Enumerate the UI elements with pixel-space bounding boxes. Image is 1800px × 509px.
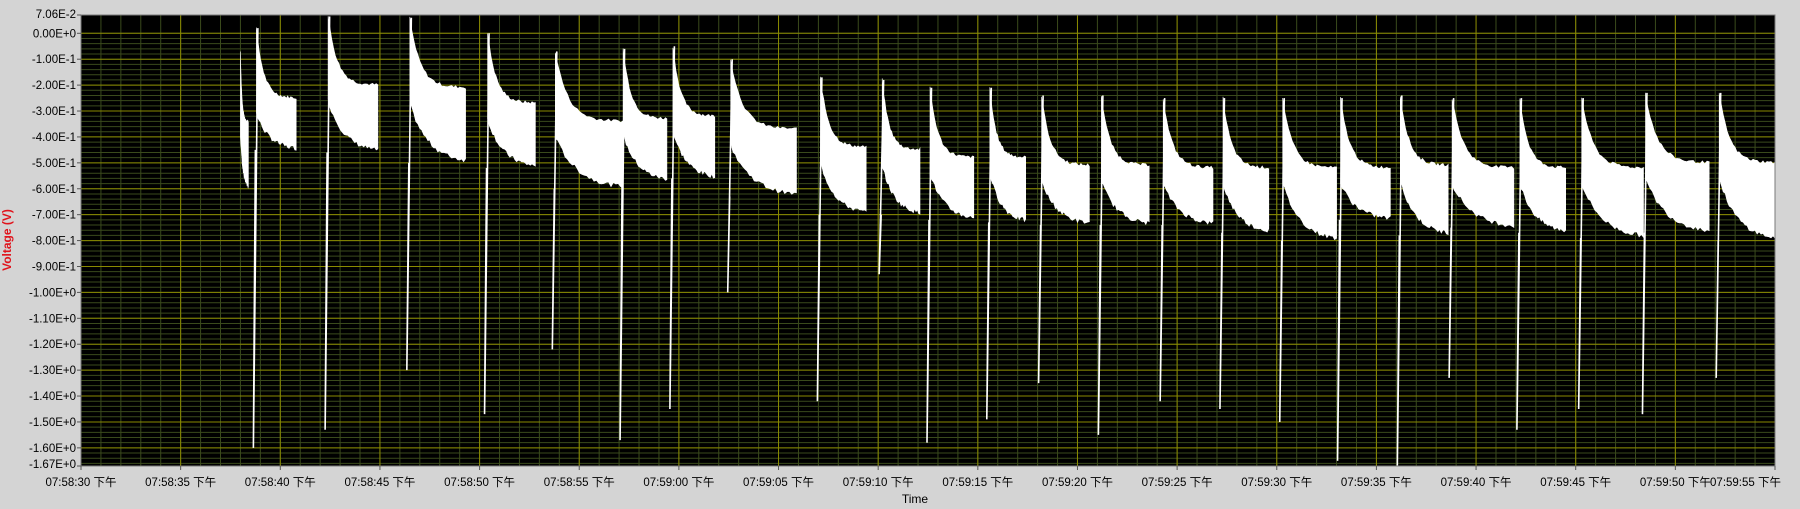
x-tick-label: 07:58:50 下午: [444, 476, 515, 489]
x-tick-label: 07:59:10 下午: [843, 476, 914, 489]
x-tick-label: 07:59:40 下午: [1441, 476, 1512, 489]
y-tick-label: -1.67E+0: [29, 459, 76, 471]
y-tick-label: -1.20E+0: [29, 339, 76, 351]
x-tick-label: 07:59:20 下午: [1042, 476, 1113, 489]
x-tick-label: 07:59:50 下午: [1640, 476, 1711, 489]
y-axis-label: Voltage (V): [0, 209, 14, 271]
x-tick-label: 07:59:45 下午: [1540, 476, 1611, 489]
x-tick-label: 07:59:30 下午: [1241, 476, 1312, 489]
x-tick-label: 07:59:25 下午: [1142, 476, 1213, 489]
y-tick-label: -1.30E+0: [29, 365, 76, 377]
y-tick-label: -8.00E-1: [32, 236, 76, 248]
chart-frame: 7.06E-2 0.00E+0 -1.00E-1 -2.00E-1 -3.00E-1 -4…: [0, 0, 1800, 506]
x-tick-label: 07:58:30 下午: [46, 476, 117, 489]
x-tick-label: 07:59:00 下午: [643, 476, 714, 489]
x-tick-label: 07:58:55 下午: [544, 476, 615, 489]
y-tick-label: -1.50E+0: [29, 417, 76, 429]
y-tick-label: -1.60E+0: [29, 443, 76, 455]
y-tick-label: -1.40E+0: [29, 391, 76, 403]
y-tick-label: -3.00E-1: [32, 106, 76, 118]
y-tick-label: 7.06E-2: [36, 9, 76, 21]
x-tick-label: 07:59:05 下午: [743, 476, 814, 489]
y-tick-label: -1.00E-1: [32, 54, 76, 66]
x-tick-label: 07:58:45 下午: [344, 476, 415, 489]
x-tick-label: 07:58:35 下午: [145, 476, 216, 489]
x-tick-label: 07:59:55 下午: [1710, 476, 1781, 489]
y-tick-label: -7.00E-1: [32, 210, 76, 222]
y-tick-label: 0.00E+0: [33, 28, 76, 40]
y-tick-label: -5.00E-1: [32, 158, 76, 170]
y-tick-label: -1.10E+0: [29, 313, 76, 325]
y-tick-label: -1.00E+0: [29, 287, 76, 299]
voltage-chart: 7.06E-2 0.00E+0 -1.00E-1 -2.00E-1 -3.00E-1 -4…: [0, 9, 1781, 506]
x-axis-label: Time: [902, 492, 929, 504]
x-axis-ticks: 07:58:30 下午 07:58:35 下午 07:58:40 下午 07:58:4…: [46, 466, 1781, 489]
x-tick-label: 07:59:15 下午: [942, 476, 1013, 489]
y-tick-label: -2.00E-1: [32, 80, 76, 92]
y-tick-label: -6.00E-1: [32, 184, 76, 196]
x-tick-label: 07:59:35 下午: [1341, 476, 1412, 489]
y-tick-label: -9.00E-1: [32, 261, 76, 273]
x-tick-label: 07:58:40 下午: [245, 476, 316, 489]
y-axis-ticks: 7.06E-2 0.00E+0 -1.00E-1 -2.00E-1 -3.00E-1 -4…: [29, 9, 81, 471]
y-tick-label: -4.00E-1: [32, 132, 76, 144]
